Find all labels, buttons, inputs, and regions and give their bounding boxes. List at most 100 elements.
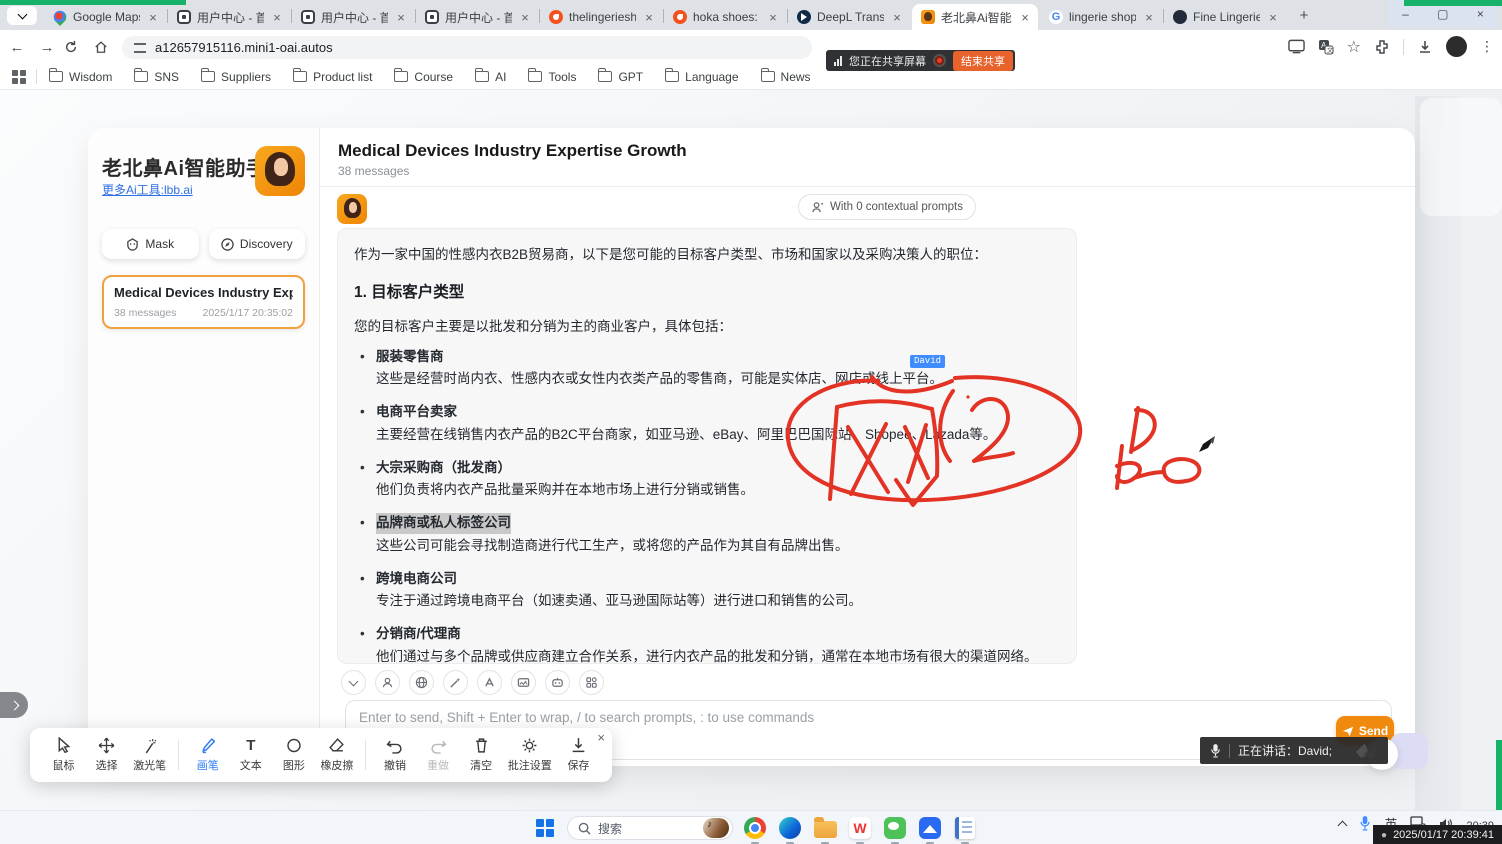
collapse-button[interactable]: [341, 670, 366, 695]
tool-save[interactable]: 保存: [559, 737, 598, 773]
plugins-grid-button[interactable]: [579, 670, 604, 695]
tray-expand-icon[interactable]: [1338, 820, 1348, 830]
tray-microphone-icon[interactable]: [1359, 815, 1371, 831]
browser-tab[interactable]: Glingerie shop - G×: [1040, 4, 1162, 30]
tool-select[interactable]: 选择: [87, 737, 126, 773]
taskbar-edge[interactable]: [777, 815, 803, 841]
forward-button[interactable]: →: [34, 39, 60, 56]
prompt-wand-button[interactable]: [443, 670, 468, 695]
font-size-button[interactable]: [477, 670, 502, 695]
browser-tab[interactable]: Google Maps×: [44, 4, 166, 30]
bookmark-folder[interactable]: Product list: [293, 70, 372, 84]
profile-avatar[interactable]: [1446, 36, 1467, 57]
bookmark-star-icon[interactable]: ☆: [1347, 37, 1361, 57]
discovery-button[interactable]: Discovery: [209, 229, 306, 259]
window-maximize-button[interactable]: ▢: [1437, 7, 1448, 21]
recording-dot-icon: [933, 54, 946, 67]
mask-button[interactable]: Mask: [102, 229, 199, 259]
search-highlight-image: [703, 818, 729, 838]
tab-close-icon[interactable]: ×: [518, 10, 532, 25]
tab-close-icon[interactable]: ×: [766, 10, 780, 25]
bookmark-folder[interactable]: SNS: [134, 70, 179, 84]
more-ai-tools-link[interactable]: 更多Ai工具:lbb.ai: [102, 183, 193, 197]
taskbar-search[interactable]: 搜索: [567, 816, 733, 840]
tab-close-icon[interactable]: ×: [394, 10, 408, 25]
browser-tab[interactable]: 用户中心 - 首页×: [292, 4, 414, 30]
avatar-theme-button[interactable]: [375, 670, 400, 695]
back-button[interactable]: ←: [4, 39, 30, 56]
frame-button[interactable]: [511, 670, 536, 695]
tool-eraser[interactable]: 橡皮擦: [317, 737, 356, 773]
language-button[interactable]: [409, 670, 434, 695]
tab-close-icon[interactable]: ×: [1266, 10, 1280, 25]
extensions-icon[interactable]: [1374, 39, 1390, 55]
bookmark-folder[interactable]: Language: [665, 70, 738, 84]
tab-close-icon[interactable]: ×: [890, 10, 904, 25]
browser-tab[interactable]: thelingerieshop×: [540, 4, 662, 30]
tool-laser-pen[interactable]: 激光笔: [130, 737, 169, 773]
robot-button[interactable]: [545, 670, 570, 695]
taskbar-wps[interactable]: W: [847, 815, 873, 841]
folder-icon: [598, 71, 612, 82]
tab-close-icon[interactable]: ×: [270, 10, 284, 25]
browser-tab[interactable]: Fine Lingerie, Sle×: [1164, 4, 1286, 30]
tab-close-icon[interactable]: ×: [146, 10, 160, 25]
window-minimize-button[interactable]: –: [1402, 7, 1409, 21]
contextual-prompts-pill[interactable]: With 0 contextual prompts: [798, 194, 976, 220]
toolbar-close-button[interactable]: ×: [597, 730, 605, 745]
browser-tab[interactable]: 用户中心 - 首页×: [168, 4, 290, 30]
browser-menu-icon[interactable]: ⋮: [1480, 38, 1494, 55]
browser-tab[interactable]: 用户中心 - 首页×: [416, 4, 538, 30]
window-close-button[interactable]: ×: [1477, 7, 1484, 21]
send-plane-icon: [1342, 725, 1354, 737]
tool-clear[interactable]: 清空: [462, 737, 501, 773]
browser-tab[interactable]: hoka shoes: Ove×: [664, 4, 786, 30]
tab-close-icon[interactable]: ×: [1142, 10, 1156, 25]
tab-close-icon[interactable]: ×: [642, 10, 656, 25]
bookmark-folder[interactable]: Course: [394, 70, 453, 84]
chat-list-item-selected[interactable]: Medical Devices Industry Exp... 38 messa…: [102, 275, 305, 329]
bookmark-folder[interactable]: GPT: [598, 70, 643, 84]
taskbar-notes[interactable]: [952, 815, 978, 841]
bookmark-folder[interactable]: News: [761, 70, 811, 84]
browser-tab[interactable]: DeepL Translate:×: [788, 4, 910, 30]
stop-sharing-button[interactable]: 结束共享: [953, 51, 1013, 71]
tab-close-icon[interactable]: ×: [1018, 10, 1032, 25]
chat-input-toolbar: [341, 670, 604, 695]
start-button[interactable]: [532, 815, 558, 841]
bookmark-folder[interactable]: Tools: [528, 70, 576, 84]
chat-header: Medical Devices Industry Expertise Growt…: [320, 128, 1415, 187]
tab-search-button[interactable]: [7, 6, 37, 25]
tool-undo[interactable]: 撤销: [375, 737, 414, 773]
reload-button[interactable]: [64, 40, 90, 54]
bookmark-folder[interactable]: AI: [475, 70, 506, 84]
folder-icon: [528, 71, 542, 82]
tool-text[interactable]: T 文本: [231, 737, 270, 773]
tool-shape[interactable]: 图形: [274, 737, 313, 773]
browser-tab-active[interactable]: 老北鼻Ai智能助手×: [912, 4, 1038, 30]
screenshare-border-top-left: [0, 0, 186, 5]
address-bar[interactable]: a12657915116.mini1-oai.autos: [122, 36, 812, 59]
tool-pen-active[interactable]: 画笔: [188, 737, 227, 773]
taskbar-chrome[interactable]: [742, 815, 768, 841]
bookmark-folder[interactable]: Wisdom: [49, 70, 112, 84]
taskbar-meeting[interactable]: [917, 815, 943, 841]
message-heading-1: 1. 目标客户类型: [354, 281, 1060, 304]
toolbar-expand-handle[interactable]: [0, 692, 28, 718]
translate-icon[interactable]: A文: [1318, 39, 1334, 55]
tool-mouse[interactable]: 鼠标: [44, 737, 83, 773]
home-icon: [94, 40, 108, 54]
bookmark-folder[interactable]: Suppliers: [201, 70, 271, 84]
home-button[interactable]: [94, 40, 120, 54]
tool-settings[interactable]: 批注设置: [505, 737, 555, 773]
cast-icon[interactable]: [1288, 39, 1305, 54]
bookmarks-bar: Wisdom SNS Suppliers Product list Course…: [0, 64, 1502, 90]
download-icon[interactable]: [1417, 39, 1433, 55]
taskbar-explorer[interactable]: [812, 815, 838, 841]
new-tab-button[interactable]: +: [1294, 6, 1314, 26]
windows-taskbar: 搜索 W 英 20:39 ● 2025/01/17 20:39:41: [0, 810, 1502, 844]
site-settings-icon[interactable]: [134, 43, 146, 53]
windows-logo-icon: [536, 819, 554, 837]
apps-grid-icon[interactable]: [12, 70, 26, 84]
taskbar-wechat[interactable]: [882, 815, 908, 841]
